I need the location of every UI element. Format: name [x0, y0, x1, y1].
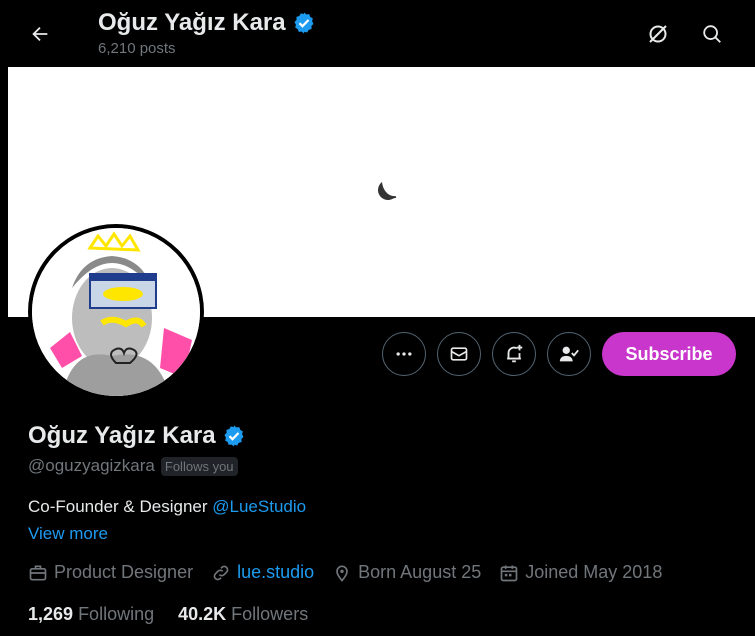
- following-button[interactable]: [547, 332, 591, 376]
- following-count: 1,269: [28, 604, 74, 624]
- profile-meta: Product Designer lue.studio Born August …: [28, 562, 680, 583]
- followers-link[interactable]: 40.2K Followers: [178, 604, 308, 625]
- search-icon: [703, 25, 721, 43]
- calendar-icon: [500, 565, 518, 581]
- translate-off-icon: [649, 25, 667, 43]
- followers-label: Followers: [231, 604, 309, 624]
- verified-icon: [224, 425, 244, 447]
- bio-text: Co-Founder & Designer: [28, 497, 213, 516]
- translate-off-button[interactable]: [640, 16, 676, 52]
- category-label: Product Designer: [54, 562, 194, 582]
- joined-label: Joined May 2018: [525, 562, 663, 582]
- message-button[interactable]: [437, 332, 481, 376]
- header-name: Oğuz Yağız Kara: [98, 9, 286, 36]
- birthday-item: Born August 25: [332, 562, 481, 583]
- back-button[interactable]: [22, 16, 58, 52]
- search-button[interactable]: [694, 16, 730, 52]
- mail-icon: [450, 347, 468, 361]
- header-title: Oğuz Yağız Kara 6,210 posts: [98, 8, 316, 57]
- bio-mention-link[interactable]: @LueStudio: [212, 497, 306, 516]
- person-check-icon: [559, 346, 579, 362]
- handle-row: @oguzyagizkara Follows you: [28, 456, 238, 476]
- link-icon: [213, 565, 229, 580]
- following-link[interactable]: 1,269 Following: [28, 604, 154, 625]
- display-name: Oğuz Yağız Kara: [28, 422, 216, 449]
- briefcase-icon: [29, 565, 47, 580]
- post-count: 6,210 posts: [98, 40, 176, 57]
- loading-spinner-icon: [378, 182, 397, 200]
- website-item: lue.studio: [211, 562, 314, 583]
- website-link[interactable]: lue.studio: [237, 562, 314, 583]
- back-arrow-icon: [32, 26, 48, 42]
- verified-icon: [294, 12, 314, 34]
- follow-stats: 1,269 Following 40.2K Followers: [28, 604, 332, 625]
- follows-you-badge: Follows you: [160, 456, 238, 476]
- profile-name: Oğuz Yağız Kara: [28, 422, 246, 450]
- more-button[interactable]: [382, 332, 426, 376]
- subscribe-button[interactable]: Subscribe: [602, 332, 736, 376]
- view-more-link[interactable]: View more: [28, 524, 108, 544]
- avatar-image: [32, 228, 200, 396]
- bell-plus-icon: [507, 344, 523, 363]
- avatar[interactable]: [28, 224, 204, 400]
- category-item: Product Designer: [28, 562, 193, 583]
- location-icon: [336, 565, 348, 582]
- more-icon: [396, 352, 412, 356]
- profile-header: Oğuz Yağız Kara 6,210 posts: [0, 0, 755, 67]
- following-label: Following: [78, 604, 155, 624]
- bio: Co-Founder & Designer @LueStudio: [28, 497, 306, 517]
- birthday-label: Born August 25: [358, 562, 482, 582]
- left-edge: [0, 0, 8, 636]
- notifications-button[interactable]: [492, 332, 536, 376]
- followers-count: 40.2K: [178, 604, 227, 624]
- username: @oguzyagizkara: [28, 456, 155, 475]
- joined-item: Joined May 2018: [499, 562, 662, 583]
